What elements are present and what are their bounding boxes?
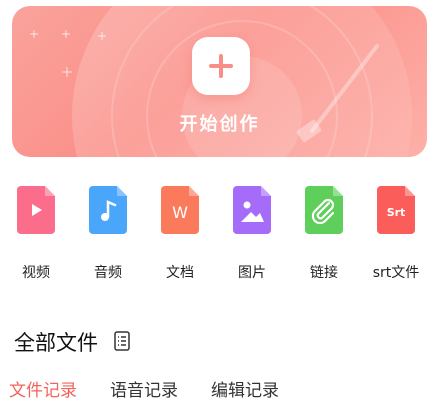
tool-label: 视频 [22, 265, 50, 281]
tool-label: 链接 [310, 265, 338, 281]
tab-edit-records[interactable]: 编辑记录 [211, 376, 279, 401]
word-w-icon: W [161, 186, 199, 234]
home-page: 开始创作 视频 音频 W 文档 图片 链接 Srt srt文件 全部文件 文件记… [0, 0, 435, 406]
srt-icon: Srt [377, 186, 415, 234]
tab-voice-records[interactable]: 语音记录 [110, 376, 178, 401]
music-note-icon [89, 186, 127, 234]
import-tools: 视频 音频 W 文档 图片 链接 Srt srt文件 [0, 186, 435, 286]
play-icon [17, 186, 55, 234]
tab-file-records[interactable]: 文件记录 [9, 376, 77, 401]
tool-srt[interactable]: Srt srt文件 [366, 186, 426, 286]
svg-text:Srt: Srt [387, 206, 406, 219]
tool-image[interactable]: 图片 [222, 186, 282, 286]
create-label: 开始创作 [179, 114, 260, 135]
tool-video[interactable]: 视频 [6, 186, 66, 286]
create-plus-button[interactable] [192, 37, 250, 95]
image-icon [233, 186, 271, 234]
svg-text:W: W [172, 203, 188, 222]
tool-audio[interactable]: 音频 [78, 186, 138, 286]
tool-document[interactable]: W 文档 [150, 186, 210, 286]
tool-label: srt文件 [372, 265, 420, 281]
tool-label: 文档 [166, 265, 194, 281]
file-list-icon[interactable] [114, 331, 130, 351]
paperclip-icon [305, 186, 343, 234]
tool-label: 图片 [238, 265, 266, 281]
tool-label: 音频 [94, 265, 122, 281]
all-files-title: 全部文件 [14, 331, 98, 355]
tool-link[interactable]: 链接 [294, 186, 354, 286]
create-banner[interactable]: 开始创作 [12, 6, 427, 157]
